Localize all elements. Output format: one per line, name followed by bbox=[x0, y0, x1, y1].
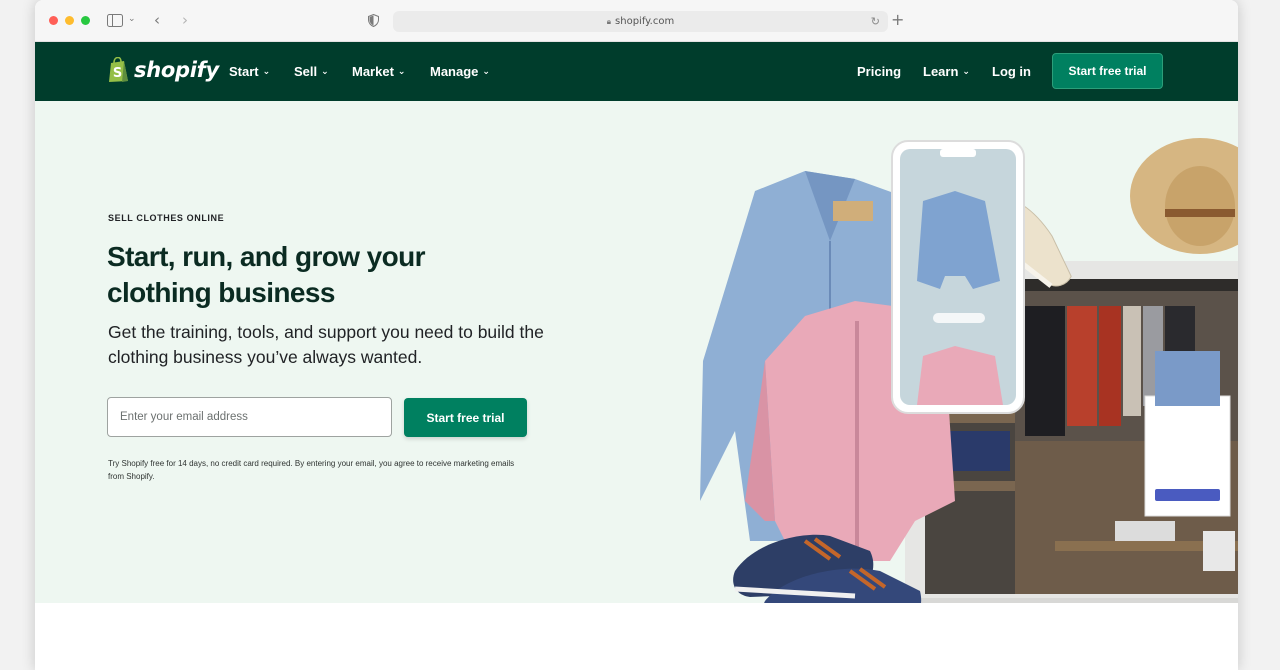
chevron-down-icon: ⌄ bbox=[262, 67, 271, 77]
back-icon[interactable]: ‹ bbox=[154, 13, 160, 28]
hero-fine-print: Try Shopify free for 14 days, no credit … bbox=[108, 459, 515, 481]
sidebar-icon[interactable] bbox=[107, 14, 123, 30]
hero-eyebrow: SELL CLOTHES ONLINE bbox=[108, 213, 225, 223]
nav-manage-label: Manage bbox=[430, 64, 479, 79]
shopify-bag-icon: S bbox=[108, 56, 129, 83]
hero-product-collage bbox=[700, 138, 1238, 603]
nav-sell[interactable]: Sell ⌄ bbox=[294, 64, 329, 79]
chevron-down-icon: ⌄ bbox=[482, 67, 490, 77]
hero-section: SELL CLOTHES ONLINE Start, run, and grow… bbox=[35, 101, 1238, 603]
nav-market-label: Market bbox=[352, 64, 394, 79]
nav-start[interactable]: Start ⌄ bbox=[229, 64, 270, 79]
maximize-window-button[interactable] bbox=[81, 16, 90, 25]
email-input[interactable] bbox=[107, 397, 392, 437]
nav-pricing-label: Pricing bbox=[857, 64, 902, 79]
nav-manage[interactable]: Manage ⌄ bbox=[430, 64, 490, 79]
new-tab-icon[interactable]: + bbox=[891, 12, 904, 28]
logo-wordmark: shopify bbox=[134, 58, 219, 82]
chevron-down-icon: ⌄ bbox=[962, 67, 970, 77]
hero-start-trial-button[interactable]: Start free trial bbox=[404, 398, 527, 437]
window-controls bbox=[49, 16, 90, 25]
reload-icon[interactable]: ↻ bbox=[871, 15, 880, 28]
nav-pricing-link[interactable]: Pricing bbox=[857, 64, 901, 79]
address-bar[interactable]: 🔒︎ shopify.com ↻ bbox=[393, 11, 888, 32]
lock-icon: 🔒︎ bbox=[606, 16, 612, 26]
below-hero-section bbox=[35, 603, 1238, 670]
hat-image bbox=[1130, 138, 1238, 254]
nav-login-link[interactable]: Log in bbox=[992, 64, 1031, 79]
forward-icon[interactable]: › bbox=[182, 13, 188, 28]
site-header: S shopify Start ⌄ Sell ⌄ Market ⌄ Manage… bbox=[35, 42, 1238, 101]
hero-headline: Start, run, and grow your clothing busin… bbox=[107, 241, 426, 308]
browser-toolbar: ⌄ ‹ › 🔒︎ shopify.com ↻ + bbox=[35, 0, 1238, 42]
nav-market[interactable]: Market ⌄ bbox=[352, 64, 405, 79]
header-start-trial-button[interactable]: Start free trial bbox=[1052, 53, 1163, 89]
nav-sell-label: Sell bbox=[294, 64, 318, 79]
close-window-button[interactable] bbox=[49, 16, 58, 25]
svg-text:S: S bbox=[113, 66, 122, 81]
minimize-window-button[interactable] bbox=[65, 16, 74, 25]
nav-start-label: Start bbox=[229, 64, 259, 79]
nav-learn[interactable]: Learn ⌄ bbox=[923, 64, 970, 79]
chevron-down-icon: ⌄ bbox=[397, 67, 406, 77]
hero-subheadline: Get the training, tools, and support you… bbox=[108, 322, 544, 367]
browser-window: ⌄ ‹ › 🔒︎ shopify.com ↻ + S shopify Start… bbox=[35, 0, 1238, 670]
url-text: shopify.com bbox=[615, 16, 675, 27]
nav-learn-label: Learn bbox=[923, 64, 959, 79]
shield-icon[interactable] bbox=[368, 13, 379, 30]
shopify-logo[interactable]: S shopify bbox=[108, 56, 219, 83]
chevron-down-icon[interactable]: ⌄ bbox=[128, 15, 136, 24]
chevron-down-icon: ⌄ bbox=[321, 67, 329, 77]
phone-mockup-image bbox=[891, 140, 1025, 414]
nav-login-label: Log in bbox=[992, 64, 1031, 79]
